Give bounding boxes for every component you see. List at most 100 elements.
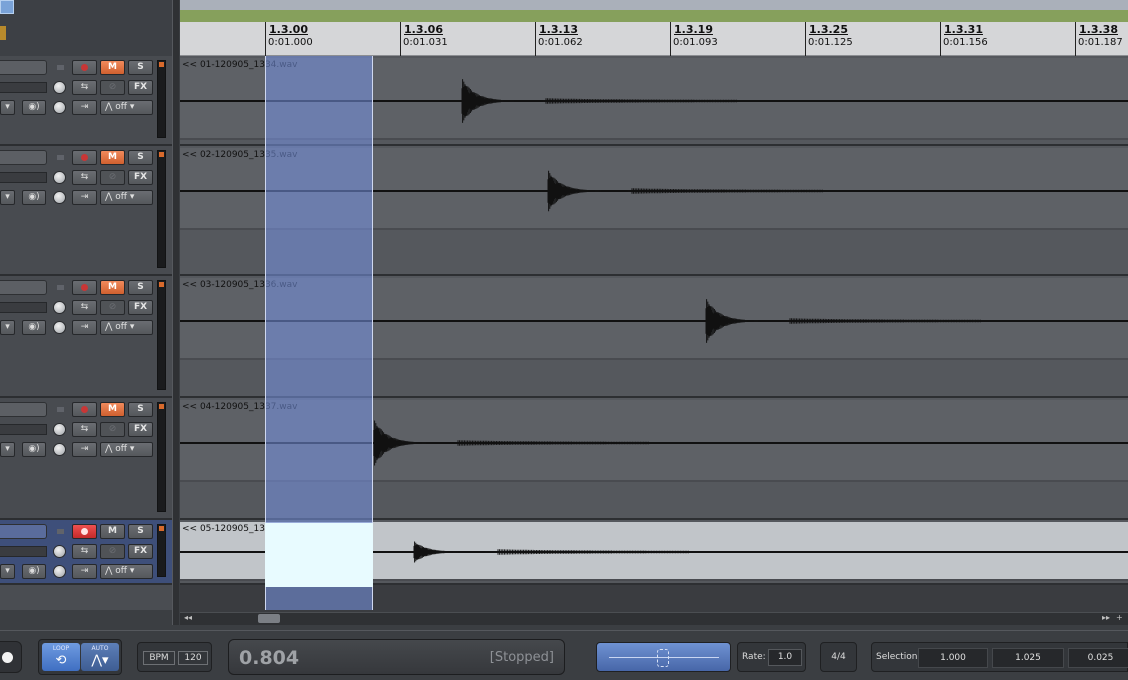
- mute-button[interactable]: M: [100, 150, 125, 165]
- clip-indicator[interactable]: [159, 404, 164, 409]
- input-dropdown-icon[interactable]: ▾: [0, 320, 15, 335]
- io-icon[interactable]: ⇥: [72, 320, 97, 335]
- record-button[interactable]: [0, 641, 22, 673]
- selection-end-field[interactable]: 1.025: [992, 648, 1064, 668]
- fx-button[interactable]: FX: [128, 80, 153, 95]
- input-monitor-icon[interactable]: ◉): [22, 190, 46, 205]
- slider-handle[interactable]: [657, 649, 669, 667]
- mute-button[interactable]: M: [100, 524, 125, 539]
- fx-button[interactable]: FX: [128, 422, 153, 437]
- automation-mode-dropdown[interactable]: ⋀ off ▾: [100, 100, 153, 115]
- mute-button[interactable]: M: [100, 60, 125, 75]
- routing-icon[interactable]: ⇆: [72, 300, 97, 315]
- scrollbar-thumb[interactable]: [258, 614, 280, 623]
- track-panel[interactable]: M S ⇆ ⊘ FX ▾ ◉) ⇥ ⋀ off ▾: [0, 146, 172, 276]
- record-arm-button[interactable]: [72, 150, 97, 165]
- track-name-field[interactable]: [0, 60, 47, 75]
- input-monitor-icon[interactable]: ◉): [22, 564, 46, 579]
- track-name-field[interactable]: [0, 524, 47, 539]
- view-toggle-button[interactable]: [0, 0, 14, 14]
- routing-icon[interactable]: ⇆: [72, 544, 97, 559]
- selection-start-field[interactable]: 1.000: [918, 648, 988, 668]
- track-panel[interactable]: M S ⇆ ⊘ FX ▾ ◉) ⇥ ⋀ off ▾: [0, 520, 172, 585]
- track-name-field[interactable]: [0, 280, 47, 295]
- track-name-field[interactable]: [0, 150, 47, 165]
- rate-field[interactable]: 1.0: [768, 649, 802, 666]
- pan-knob[interactable]: [53, 321, 66, 334]
- volume-knob[interactable]: [53, 301, 66, 314]
- track-panel[interactable]: M S ⇆ ⊘ FX ▾ ◉) ⇥ ⋀ off ▾: [0, 56, 172, 146]
- solo-button[interactable]: S: [128, 402, 153, 417]
- phase-icon[interactable]: ⊘: [100, 80, 125, 95]
- volume-fader[interactable]: [0, 424, 47, 435]
- clip-indicator[interactable]: [159, 282, 164, 287]
- pan-knob[interactable]: [53, 565, 66, 578]
- input-monitor-icon[interactable]: ◉): [22, 320, 46, 335]
- loop-button[interactable]: LOOP ⟲: [42, 643, 80, 671]
- routing-icon[interactable]: ⇆: [72, 80, 97, 95]
- arrange-view[interactable]: 1.3.00 0:01.000 1.3.06 0:01.031 1.3.13 0:01.0…: [180, 0, 1128, 612]
- solo-button[interactable]: S: [128, 60, 153, 75]
- fx-button[interactable]: FX: [128, 544, 153, 559]
- track-panel[interactable]: M S ⇆ ⊘ FX ▾ ◉) ⇥ ⋀ off ▾: [0, 276, 172, 398]
- routing-icon[interactable]: ⇆: [72, 170, 97, 185]
- pan-knob[interactable]: [53, 101, 66, 114]
- scroll-right-icon[interactable]: ▸▸: [1102, 613, 1110, 622]
- automation-mode-button[interactable]: AUTO ⋀▾: [81, 643, 119, 671]
- track-name-field[interactable]: [0, 402, 47, 417]
- solo-button[interactable]: S: [128, 150, 153, 165]
- io-icon[interactable]: ⇥: [72, 100, 97, 115]
- scroll-left-icon[interactable]: ◂◂: [184, 613, 192, 622]
- automation-mode-dropdown[interactable]: ⋀ off ▾: [100, 320, 153, 335]
- timeline-ruler[interactable]: 1.3.00 0:01.000 1.3.06 0:01.031 1.3.13 0:01.0…: [180, 22, 1128, 67]
- pan-knob[interactable]: [53, 443, 66, 456]
- io-icon[interactable]: ⇥: [72, 442, 97, 457]
- mute-button[interactable]: M: [100, 402, 125, 417]
- io-icon[interactable]: ⇥: [72, 564, 97, 579]
- automation-mode-dropdown[interactable]: ⋀ off ▾: [100, 564, 153, 579]
- clip-indicator[interactable]: [159, 526, 164, 531]
- phase-icon[interactable]: ⊘: [100, 544, 125, 559]
- volume-knob[interactable]: [53, 545, 66, 558]
- bpm-field[interactable]: 120: [178, 651, 208, 665]
- mute-button[interactable]: M: [100, 280, 125, 295]
- volume-fader[interactable]: [0, 82, 47, 93]
- track-panel[interactable]: M S ⇆ ⊘ FX ▾ ◉) ⇥ ⋀ off ▾: [0, 398, 172, 520]
- input-dropdown-icon[interactable]: ▾: [0, 100, 15, 115]
- horizontal-scrollbar[interactable]: ◂◂ ▸▸ +: [180, 612, 1128, 625]
- input-dropdown-icon[interactable]: ▾: [0, 190, 15, 205]
- time-display[interactable]: 0.804 [Stopped]: [228, 639, 565, 675]
- routing-icon[interactable]: ⇆: [72, 422, 97, 437]
- time-signature[interactable]: 4/4: [820, 642, 857, 672]
- phase-icon[interactable]: ⊘: [100, 422, 125, 437]
- solo-button[interactable]: S: [128, 524, 153, 539]
- automation-mode-dropdown[interactable]: ⋀ off ▾: [100, 190, 153, 205]
- input-dropdown-icon[interactable]: ▾: [0, 564, 15, 579]
- volume-knob[interactable]: [53, 81, 66, 94]
- fx-button[interactable]: FX: [128, 170, 153, 185]
- automation-mode-dropdown[interactable]: ⋀ off ▾: [100, 442, 153, 457]
- volume-fader[interactable]: [0, 302, 47, 313]
- phase-icon[interactable]: ⊘: [100, 170, 125, 185]
- volume-knob[interactable]: [53, 171, 66, 184]
- region-strip[interactable]: [180, 10, 1128, 22]
- solo-button[interactable]: S: [128, 280, 153, 295]
- playrate-slider[interactable]: [596, 642, 731, 672]
- record-arm-button[interactable]: [72, 280, 97, 295]
- zoom-icon[interactable]: +: [1116, 613, 1123, 622]
- clip-indicator[interactable]: [159, 62, 164, 67]
- phase-icon[interactable]: ⊘: [100, 300, 125, 315]
- tcp-splitter[interactable]: [172, 0, 179, 625]
- volume-knob[interactable]: [53, 423, 66, 436]
- selection-length-field[interactable]: 0.025: [1068, 648, 1128, 668]
- io-icon[interactable]: ⇥: [72, 190, 97, 205]
- input-dropdown-icon[interactable]: ▾: [0, 442, 15, 457]
- record-arm-button[interactable]: [72, 524, 97, 539]
- fx-button[interactable]: FX: [128, 300, 153, 315]
- pan-knob[interactable]: [53, 191, 66, 204]
- record-arm-button[interactable]: [72, 60, 97, 75]
- input-monitor-icon[interactable]: ◉): [22, 442, 46, 457]
- input-monitor-icon[interactable]: ◉): [22, 100, 46, 115]
- clip-indicator[interactable]: [159, 152, 164, 157]
- volume-fader[interactable]: [0, 546, 47, 557]
